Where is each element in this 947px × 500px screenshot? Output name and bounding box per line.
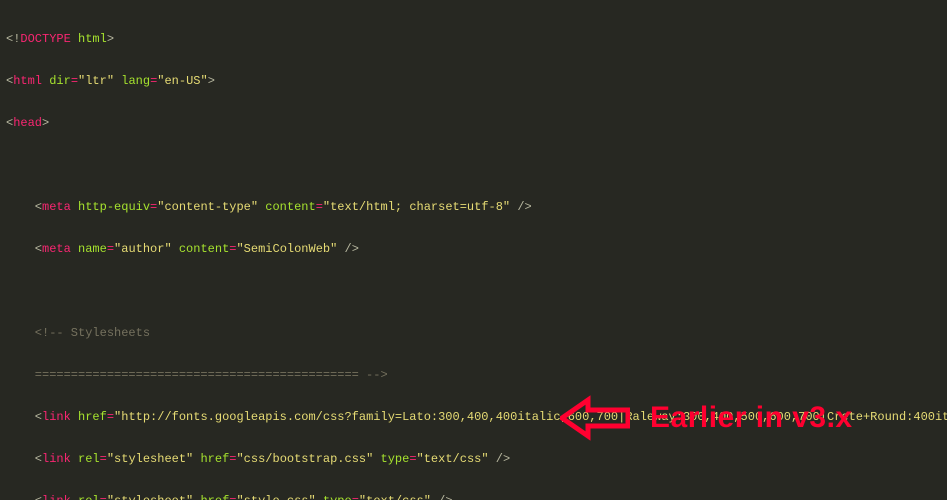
code-line: <link rel="stylesheet" href="style.css" … <box>6 494 941 500</box>
code-line: <!-- Stylesheets <box>6 326 941 340</box>
code-line: <link href="http://fonts.googleapis.com/… <box>6 410 941 424</box>
code-line <box>6 158 941 172</box>
code-line <box>6 284 941 298</box>
code-editor[interactable]: <!DOCTYPE html> <html dir="ltr" lang="en… <box>0 0 947 500</box>
code-line: <meta http-equiv="content-type" content=… <box>6 200 941 214</box>
code-line: <meta name="author" content="SemiColonWe… <box>6 242 941 256</box>
code-line: <head> <box>6 116 941 130</box>
code-line: ========================================… <box>6 368 941 382</box>
code-line: <link rel="stylesheet" href="css/bootstr… <box>6 452 941 466</box>
code-line: <!DOCTYPE html> <box>6 32 941 46</box>
code-line: <html dir="ltr" lang="en-US"> <box>6 74 941 88</box>
